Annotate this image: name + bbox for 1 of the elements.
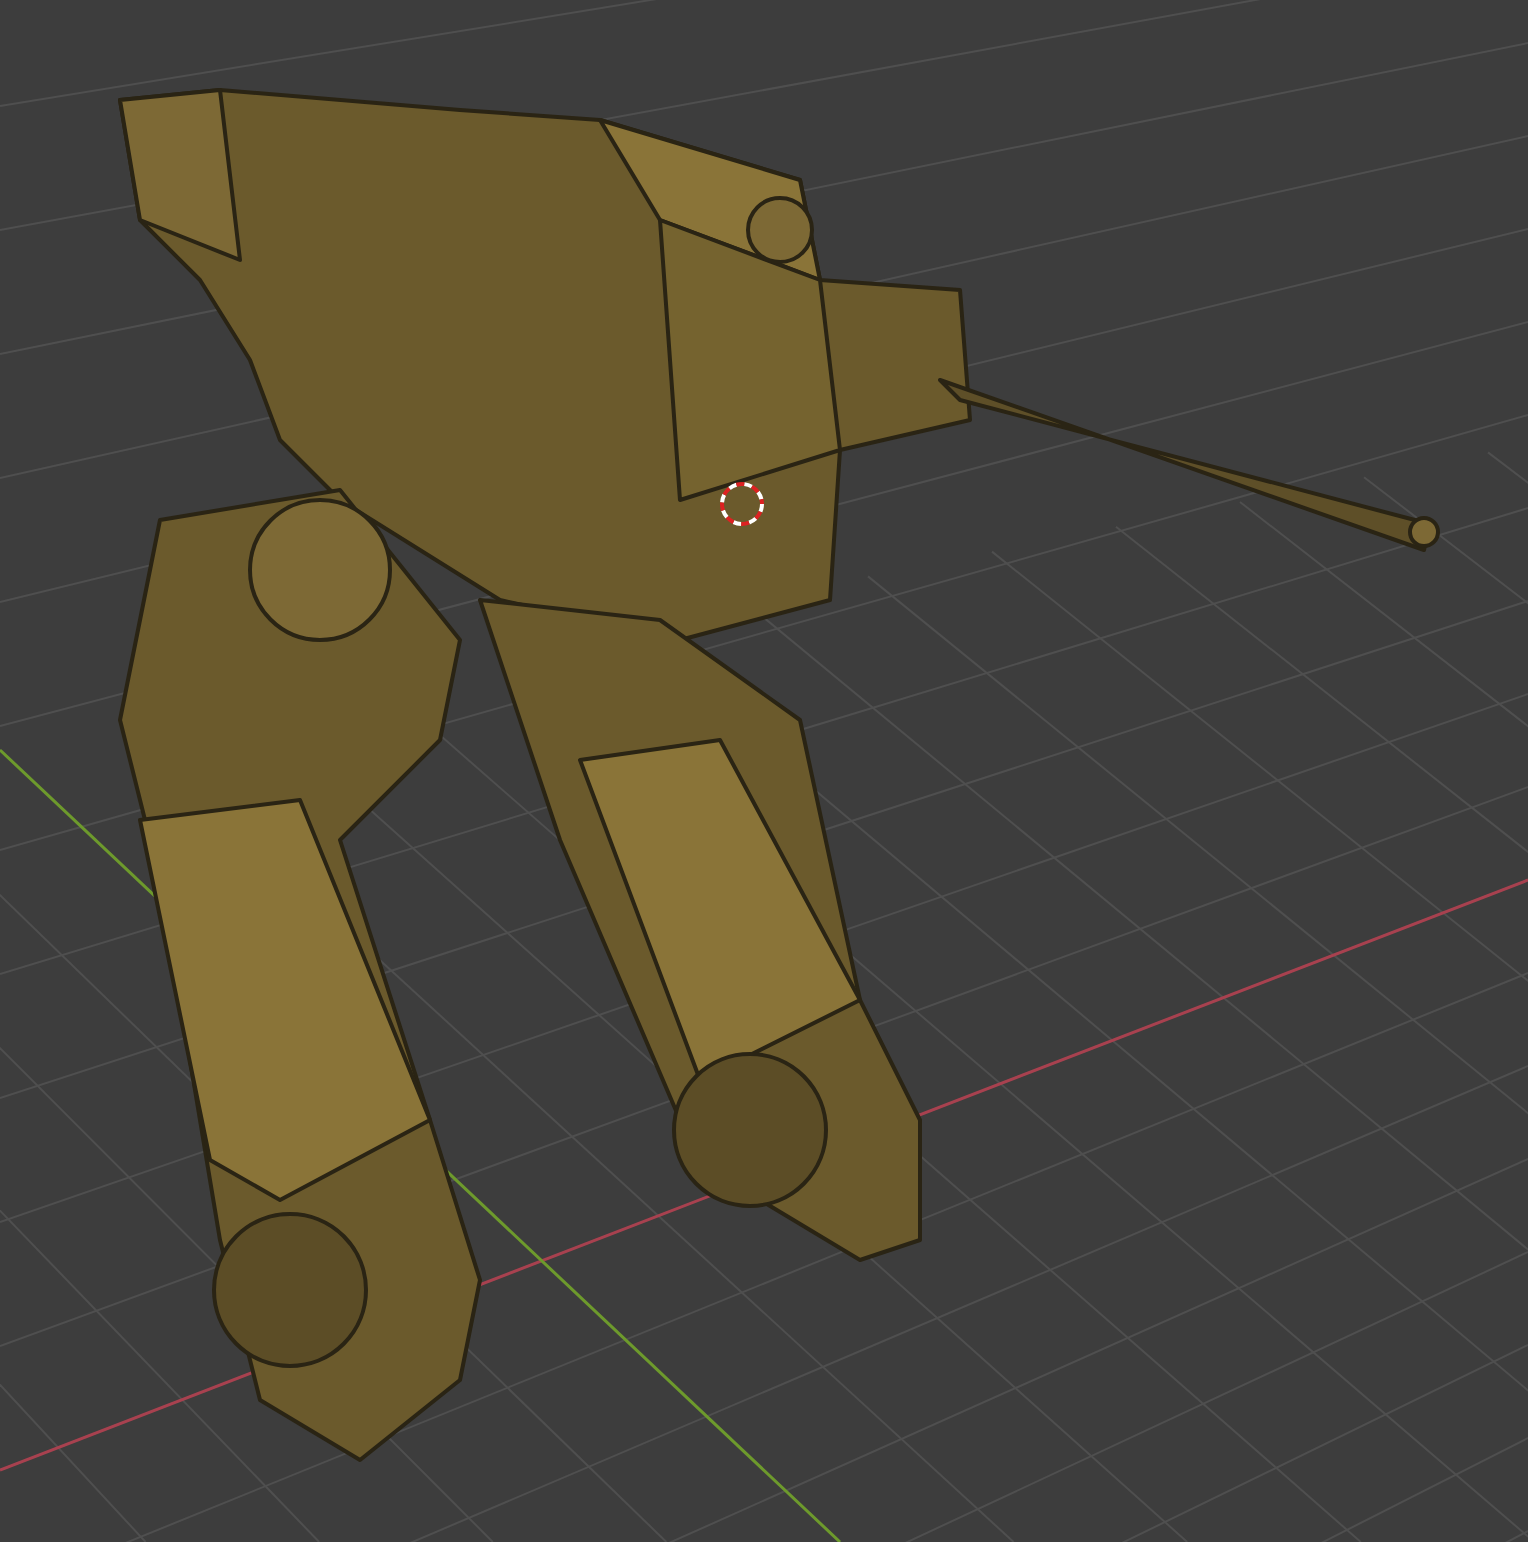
- 3d-cursor-icon[interactable]: [720, 482, 764, 526]
